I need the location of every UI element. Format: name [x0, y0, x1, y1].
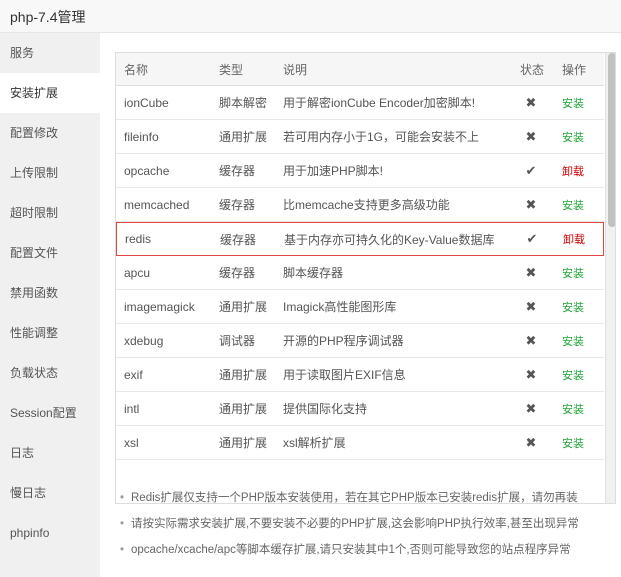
sidebar-item[interactable]: 慢日志	[0, 473, 100, 513]
not-installed-x-icon: ✖	[525, 128, 537, 144]
note-item: opcache/xcache/apc等脚本缓存扩展,请只安装其中1个,否则可能导…	[118, 540, 618, 566]
sidebar-item[interactable]: 配置文件	[0, 233, 100, 273]
not-installed-x-icon: ✖	[525, 332, 537, 348]
extension-name: apcu	[124, 265, 151, 280]
sidebar-item[interactable]: Session配置	[0, 393, 100, 433]
extension-desc: 提供国际化支持	[283, 402, 368, 416]
extension-name: ionCube	[124, 95, 169, 110]
extension-type: 调试器	[219, 334, 256, 348]
sidebar: 服务 安装扩展 配置修改 上传限制 超时限制 配置文件 禁用函数 性能调整 负载状态 Sessio…	[0, 33, 100, 577]
header-action: 操作	[562, 62, 587, 77]
extension-name: exif	[124, 367, 143, 382]
extension-type: 缓存器	[220, 232, 257, 247]
install-button[interactable]: 安装	[562, 86, 584, 119]
extension-name: xsl	[124, 435, 139, 450]
table-row: xdebug 调试器 开源的PHP程序调试器 ✖ 安装	[116, 324, 604, 358]
not-installed-x-icon: ✖	[525, 400, 537, 416]
table-row: memcached 缓存器 比memcache支持更多高级功能 ✖ 安装	[116, 188, 604, 222]
extension-type: 通用扩展	[219, 300, 268, 314]
header-status: 状态	[520, 62, 545, 77]
extension-name: intl	[124, 401, 140, 416]
table-row: redis 缓存器 基于内存亦可持久化的Key-Value数据库 ✔ 卸载	[116, 222, 604, 256]
note-item: 请按实际需求安装扩展,不要安装不必要的PHP扩展,这会影响PHP执行效率,甚至出…	[118, 514, 618, 540]
extension-type: 缓存器	[219, 198, 256, 212]
not-installed-x-icon: ✖	[525, 366, 537, 382]
table-row: apcu 缓存器 脚本缓存器 ✖ 安装	[116, 256, 604, 290]
sidebar-item[interactable]: phpinfo	[0, 513, 100, 553]
uninstall-button[interactable]: 卸载	[562, 154, 584, 187]
extension-name: memcached	[124, 197, 190, 212]
sidebar-item[interactable]: 上传限制	[0, 153, 100, 193]
extension-type: 脚本解密	[219, 96, 268, 110]
extension-desc: 用于加速PHP脚本!	[283, 164, 384, 178]
table-row: xsl 通用扩展 xsl解析扩展 ✖ 安装	[116, 426, 604, 460]
extension-desc: 开源的PHP程序调试器	[283, 334, 404, 348]
install-button[interactable]: 安装	[562, 426, 584, 459]
extension-name: opcache	[124, 163, 170, 178]
install-button[interactable]: 安装	[562, 290, 584, 323]
sidebar-item[interactable]: 负载状态	[0, 353, 100, 393]
extension-type: 缓存器	[219, 164, 256, 178]
not-installed-x-icon: ✖	[525, 196, 537, 212]
window-title: php-7.4管理	[10, 9, 86, 25]
install-button[interactable]: 安装	[562, 188, 584, 221]
extension-desc: 用于解密ionCube Encoder加密脚本!	[283, 96, 476, 110]
extension-name: imagemagick	[124, 299, 195, 314]
table-scrollbar[interactable]	[605, 53, 615, 503]
extensions-table: 名称 类型 说明 状态 操作 ionCube 脚本解密 用于解密ionCube En…	[115, 52, 616, 504]
extension-desc: 比memcache支持更多高级功能	[283, 198, 450, 212]
sidebar-item[interactable]: 日志	[0, 433, 100, 473]
not-installed-x-icon: ✖	[525, 298, 537, 314]
header-desc: 说明	[283, 62, 308, 77]
install-button[interactable]: 安装	[562, 324, 584, 357]
main-content: 名称 类型 说明 状态 操作 ionCube 脚本解密 用于解密ionCube En…	[100, 33, 621, 577]
not-installed-x-icon: ✖	[525, 264, 537, 280]
table-row: exif 通用扩展 用于读取图片EXIF信息 ✖ 安装	[116, 358, 604, 392]
extension-type: 通用扩展	[219, 368, 268, 382]
extension-desc: Imagick高性能图形库	[283, 300, 397, 314]
install-button[interactable]: 安装	[562, 358, 584, 391]
extension-type: 通用扩展	[219, 130, 268, 144]
sidebar-item[interactable]: 服务	[0, 33, 100, 73]
uninstall-button[interactable]: 卸载	[563, 223, 585, 255]
title-bar: php-7.4管理	[0, 0, 621, 33]
sidebar-item[interactable]: 安装扩展	[0, 73, 100, 113]
sidebar-item[interactable]: 配置修改	[0, 113, 100, 153]
installed-check-icon: ✔	[525, 162, 537, 178]
extension-name: xdebug	[124, 333, 164, 348]
php-manager-window: php-7.4管理 服务 安装扩展 配置修改 上传限制 超时限制 配置文件 禁用函数 性能调整…	[0, 0, 621, 577]
sidebar-item[interactable]: 禁用函数	[0, 273, 100, 313]
installed-check-icon: ✔	[526, 231, 538, 246]
header-type: 类型	[219, 62, 244, 77]
extension-name: redis	[125, 232, 152, 246]
extension-desc: 用于读取图片EXIF信息	[283, 368, 406, 382]
extension-name: fileinfo	[124, 129, 159, 144]
table-row: opcache 缓存器 用于加速PHP脚本! ✔ 卸载	[116, 154, 604, 188]
install-button[interactable]: 安装	[562, 392, 584, 425]
extension-desc: xsl解析扩展	[283, 436, 346, 450]
extension-desc: 脚本缓存器	[283, 266, 344, 280]
note-item: Redis扩展仅支持一个PHP版本安装使用，若在其它PHP版本已安装redis扩…	[118, 488, 618, 514]
sidebar-item[interactable]: 性能调整	[0, 313, 100, 353]
table-header: 名称 类型 说明 状态 操作	[116, 53, 604, 86]
notes-list: Redis扩展仅支持一个PHP版本安装使用，若在其它PHP版本已安装redis扩…	[118, 488, 618, 566]
extension-type: 通用扩展	[219, 436, 268, 450]
scrollbar-thumb[interactable]	[608, 53, 615, 227]
extension-desc: 若可用内存小于1G，可能会安装不上	[283, 130, 480, 144]
sidebar-item[interactable]: 超时限制	[0, 193, 100, 233]
table-row: ionCube 脚本解密 用于解密ionCube Encoder加密脚本! ✖ 安装	[116, 86, 604, 120]
not-installed-x-icon: ✖	[525, 434, 537, 450]
extension-type: 缓存器	[219, 266, 256, 280]
header-name: 名称	[124, 62, 149, 77]
install-button[interactable]: 安装	[562, 120, 584, 153]
not-installed-x-icon: ✖	[525, 94, 537, 110]
extension-type: 通用扩展	[219, 402, 268, 416]
extension-desc: 基于内存亦可持久化的Key-Value数据库	[284, 232, 495, 247]
install-button[interactable]: 安装	[562, 256, 584, 289]
table-row: fileinfo 通用扩展 若可用内存小于1G，可能会安装不上 ✖ 安装	[116, 120, 604, 154]
table-row: imagemagick 通用扩展 Imagick高性能图形库 ✖ 安装	[116, 290, 604, 324]
table-row: intl 通用扩展 提供国际化支持 ✖ 安装	[116, 392, 604, 426]
